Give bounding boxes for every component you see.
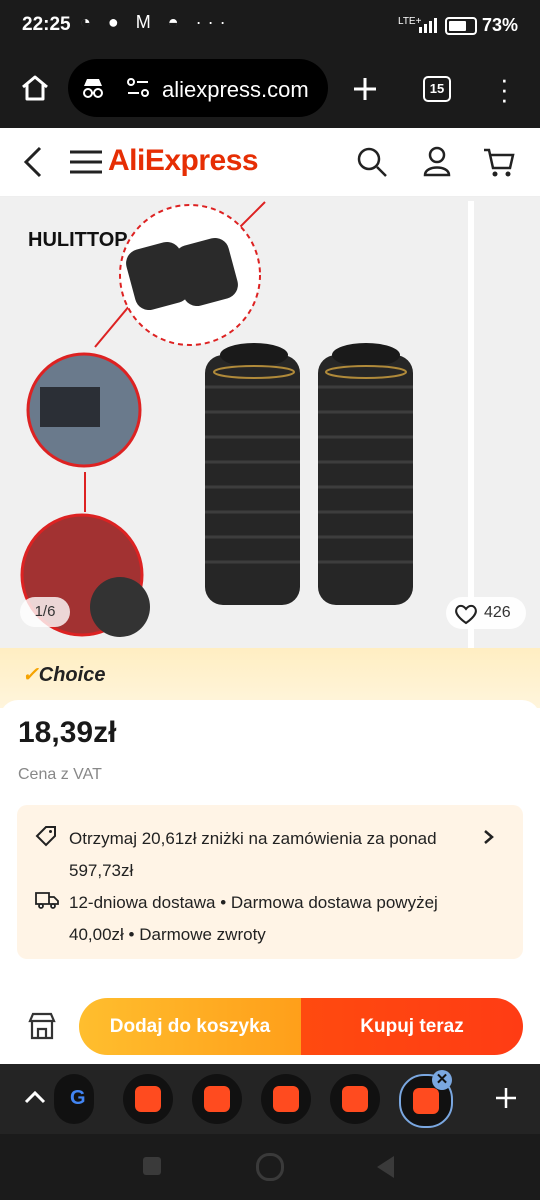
site-settings-icon[interactable] <box>126 77 150 99</box>
aliexpress-app-icon <box>204 1086 230 1112</box>
new-tab-icon[interactable] <box>352 76 378 102</box>
brand-logo: HULITTOP <box>28 229 128 251</box>
aliexpress-app-icon <box>135 1086 161 1112</box>
add-to-cart-button[interactable]: Dodaj do koszyka <box>79 998 301 1055</box>
aliexpress-app-icon <box>413 1088 439 1114</box>
back-nav-icon[interactable] <box>374 1154 396 1180</box>
tab-aliexpress[interactable] <box>123 1074 173 1124</box>
menu-icon[interactable]: · · · <box>500 66 509 112</box>
choice-banner[interactable]: ✓Choice <box>0 648 540 708</box>
search-icon[interactable] <box>356 146 388 178</box>
tab-aliexpress[interactable] <box>330 1074 380 1124</box>
status-bar: 22:25 ◔ ● M ◓ ··· LTE+ 73% <box>0 0 540 54</box>
image-page-indicator: 1/6 <box>20 597 70 627</box>
account-icon[interactable] <box>422 145 452 177</box>
home-icon[interactable] <box>20 74 50 102</box>
browser-toolbar: aliexpress.com 15 · · · <box>0 54 540 128</box>
hamburger-menu-icon[interactable] <box>70 150 102 174</box>
aliexpress-app-icon <box>342 1086 368 1112</box>
battery-percent: 73% <box>482 15 519 35</box>
cart-icon[interactable] <box>482 146 516 178</box>
back-icon[interactable] <box>22 146 44 178</box>
tab-switcher-button[interactable]: 15 <box>423 76 451 102</box>
url-text[interactable]: aliexpress.com <box>162 77 309 103</box>
site-header: AliExpress <box>0 128 540 197</box>
check-icon: ✓ <box>22 664 39 686</box>
aliexpress-app-icon <box>273 1086 299 1112</box>
status-time: 22:25 <box>22 14 71 35</box>
promo-box[interactable]: Otrzymaj 20,61zł zniżki na zamówienia za… <box>17 805 523 959</box>
delivery-truck-icon <box>35 892 59 909</box>
chevron-right-icon[interactable] <box>483 829 495 845</box>
battery-icon <box>445 17 477 35</box>
product-price: 18,39zł <box>18 716 117 749</box>
delivery-text: 12-dniowa dostawa • Darmowa dostawa powy… <box>69 893 438 944</box>
recents-icon[interactable] <box>143 1157 161 1175</box>
new-tab-plus-icon[interactable] <box>494 1086 518 1110</box>
product-image <box>20 201 474 649</box>
notification-icons: ◔ ● M ◓ ··· <box>80 12 232 32</box>
store-icon[interactable] <box>28 1012 56 1040</box>
bottom-action-bar: Dodaj do koszyka Kupuj teraz <box>0 990 540 1064</box>
tab-aliexpress[interactable] <box>261 1074 311 1124</box>
browser-tab-strip: G ✕ <box>0 1064 540 1134</box>
google-icon: G <box>70 1087 86 1109</box>
home-nav-icon[interactable] <box>256 1153 284 1181</box>
tab-google[interactable]: G <box>54 1074 94 1124</box>
wishlist-button[interactable]: 426 <box>446 597 526 629</box>
incognito-icon <box>83 79 103 98</box>
tab-aliexpress[interactable] <box>192 1074 242 1124</box>
likes-count: 426 <box>484 604 511 621</box>
discount-text: Otrzymaj 20,61zł zniżki na zamówienia za… <box>69 829 437 880</box>
tag-icon <box>35 826 56 847</box>
close-tab-icon[interactable]: ✕ <box>432 1070 452 1090</box>
product-image-gallery[interactable]: HULITTOP 1/6 426 <box>0 197 540 649</box>
signal-icon <box>419 18 437 33</box>
aliexpress-logo[interactable]: AliExpress <box>108 144 259 178</box>
chevron-up-icon[interactable] <box>24 1090 46 1104</box>
product-info: 18,39zł Cena z VAT Otrzymaj 20,61zł zniż… <box>0 700 540 1010</box>
choice-label: ✓Choice <box>22 664 106 686</box>
vat-note: Cena z VAT <box>18 766 102 783</box>
system-navigation-bar <box>0 1134 540 1200</box>
buy-now-button[interactable]: Kupuj teraz <box>301 998 523 1055</box>
heart-icon <box>455 604 477 625</box>
